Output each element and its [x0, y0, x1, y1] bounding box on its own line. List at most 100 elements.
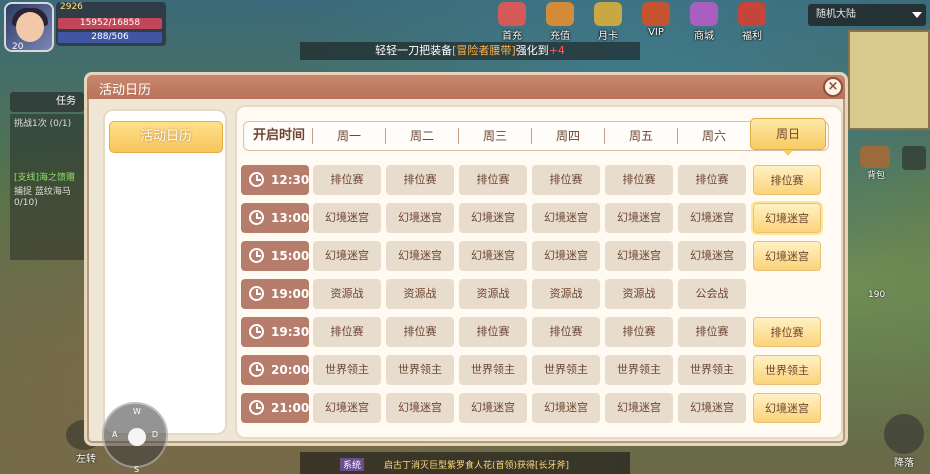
sidebar-item-activity-calendar[interactable]: 活动日历: [109, 121, 223, 153]
event-cell[interactable]: 排位赛: [313, 317, 381, 347]
turn-left-label: 左转: [76, 454, 96, 465]
minimap[interactable]: [848, 30, 930, 130]
event-cell[interactable]: 世界领主: [532, 355, 600, 385]
event-cell[interactable]: 世界领主: [313, 355, 381, 385]
event-cell[interactable]: 幻境迷宫: [386, 241, 454, 271]
header-divider: [385, 128, 386, 144]
top-icon-1[interactable]: 充值: [540, 0, 580, 42]
event-cell[interactable]: 幻境迷宫: [313, 241, 381, 271]
event-cell[interactable]: 资源战: [313, 279, 381, 309]
event-cell[interactable]: 幻境迷宫: [605, 241, 673, 271]
event-cell[interactable]: 幻境迷宫: [313, 393, 381, 423]
event-cell[interactable]: 幻境迷宫: [753, 393, 821, 423]
notice-plus: +4: [548, 44, 565, 57]
server-select[interactable]: 随机大陆: [808, 4, 926, 26]
notice-item: [冒险者腰带]: [452, 44, 516, 57]
header-day[interactable]: 周二: [387, 122, 457, 150]
event-cell[interactable]: 幻境迷宫: [532, 393, 600, 423]
quest-tracker[interactable]: 挑战1次 (0/1) [支线]海之馈赠 捕捉 蓝纹海马 0/10): [10, 114, 84, 260]
event-cell[interactable]: 排位赛: [605, 165, 673, 195]
clock-icon: [249, 286, 264, 301]
panel-title: 活动日历: [99, 83, 152, 98]
event-cell[interactable]: 幻境迷宫: [459, 393, 527, 423]
header-day[interactable]: 周六: [679, 122, 749, 150]
header-day-active[interactable]: 周日: [750, 118, 826, 156]
event-cell[interactable]: 世界领主: [605, 355, 673, 385]
header-day[interactable]: 周三: [460, 122, 530, 150]
top-icon-4[interactable]: 商城: [684, 0, 724, 42]
event-cell[interactable]: 幻境迷宫: [678, 203, 746, 233]
top-icon-label: 首充: [502, 31, 522, 42]
event-cell[interactable]: 幻境迷宫: [753, 241, 821, 271]
top-icon-5[interactable]: 福利: [732, 0, 772, 42]
event-cell[interactable]: 幻境迷宫: [386, 393, 454, 423]
top-icon-3[interactable]: VIP: [636, 0, 676, 42]
event-cell[interactable]: 幻境迷宫: [459, 241, 527, 271]
panel-sidebar: 活动日历: [103, 109, 227, 435]
coin-counter: 190: [868, 290, 886, 300]
event-cell[interactable]: 世界领主: [678, 355, 746, 385]
menu-icon: [594, 2, 622, 26]
event-cell[interactable]: 排位赛: [753, 165, 821, 195]
event-cell[interactable]: 幻境迷宫: [678, 393, 746, 423]
notice-text: 轻轻一刀把装备: [375, 44, 453, 57]
activity-calendar-panel: 活动日历 × 活动日历 开启时间 周一 周二 周三 周四 周五 周六 周日 12:30 排位赛排…: [84, 72, 848, 446]
header-divider: [531, 128, 532, 144]
grid-menu-button[interactable]: [902, 146, 926, 170]
event-cell[interactable]: 幻境迷宫: [459, 203, 527, 233]
event-cell[interactable]: 世界领主: [386, 355, 454, 385]
time-label: 21:00: [271, 401, 310, 415]
event-cell[interactable]: 幻境迷宫: [678, 241, 746, 271]
landing-button[interactable]: 降落: [880, 414, 928, 470]
joystick-knob[interactable]: [128, 428, 146, 446]
event-cell[interactable]: 资源战: [532, 279, 600, 309]
event-cell[interactable]: 排位赛: [459, 165, 527, 195]
event-cell[interactable]: 排位赛: [532, 165, 600, 195]
event-cell[interactable]: 幻境迷宫: [753, 203, 821, 233]
event-cell[interactable]: 幻境迷宫: [386, 203, 454, 233]
event-cell[interactable]: 资源战: [386, 279, 454, 309]
event-cell[interactable]: 幻境迷宫: [605, 393, 673, 423]
top-icon-2[interactable]: 月卡: [588, 0, 628, 42]
header-day[interactable]: 周一: [314, 122, 384, 150]
time-label: 19:30: [271, 325, 310, 339]
top-icon-0[interactable]: 首充: [492, 0, 532, 42]
close-button[interactable]: ×: [823, 77, 843, 97]
event-cell[interactable]: 幻境迷宫: [532, 203, 600, 233]
event-cell[interactable]: 排位赛: [678, 165, 746, 195]
header-day[interactable]: 周五: [606, 122, 676, 150]
header-day[interactable]: 周四: [533, 122, 603, 150]
event-cell[interactable]: 排位赛: [386, 165, 454, 195]
time-cell: 19:00: [241, 279, 309, 309]
event-cell[interactable]: 资源战: [605, 279, 673, 309]
clock-icon: [249, 400, 264, 415]
event-cell[interactable]: 世界领主: [459, 355, 527, 385]
top-icon-label: 商城: [694, 31, 714, 42]
event-cell[interactable]: 世界领主: [753, 355, 821, 385]
event-cell[interactable]: 幻境迷宫: [532, 241, 600, 271]
player-avatar[interactable]: 20: [4, 2, 54, 52]
task-tab[interactable]: 任务: [10, 92, 84, 112]
chat-bar[interactable]: 系统 启古丁消灭巨型紫罗食人花(首领)获得[长牙斧]: [300, 452, 630, 474]
bag-button[interactable]: 背包: [860, 146, 892, 182]
event-cell[interactable]: 排位赛: [753, 317, 821, 347]
event-cell[interactable]: 排位赛: [605, 317, 673, 347]
event-cell[interactable]: 排位赛: [386, 317, 454, 347]
joystick-s: S: [134, 465, 140, 474]
movement-joystick[interactable]: W A D S: [102, 402, 168, 474]
clock-icon: [249, 172, 264, 187]
time-cell: 15:00: [241, 241, 309, 271]
event-cell[interactable]: 幻境迷宫: [605, 203, 673, 233]
quest-line: 挑战1次 (0/1): [14, 119, 72, 129]
clock-icon: [249, 362, 264, 377]
top-icon-label: 充值: [550, 31, 570, 42]
event-cell[interactable]: 排位赛: [313, 165, 381, 195]
event-cell[interactable]: 公会战: [678, 279, 746, 309]
event-cell[interactable]: 排位赛: [459, 317, 527, 347]
event-cell[interactable]: 幻境迷宫: [313, 203, 381, 233]
joystick-w: W: [133, 407, 141, 416]
time-cell: 12:30: [241, 165, 309, 195]
event-cell[interactable]: 排位赛: [678, 317, 746, 347]
event-cell[interactable]: 排位赛: [532, 317, 600, 347]
event-cell[interactable]: 资源战: [459, 279, 527, 309]
